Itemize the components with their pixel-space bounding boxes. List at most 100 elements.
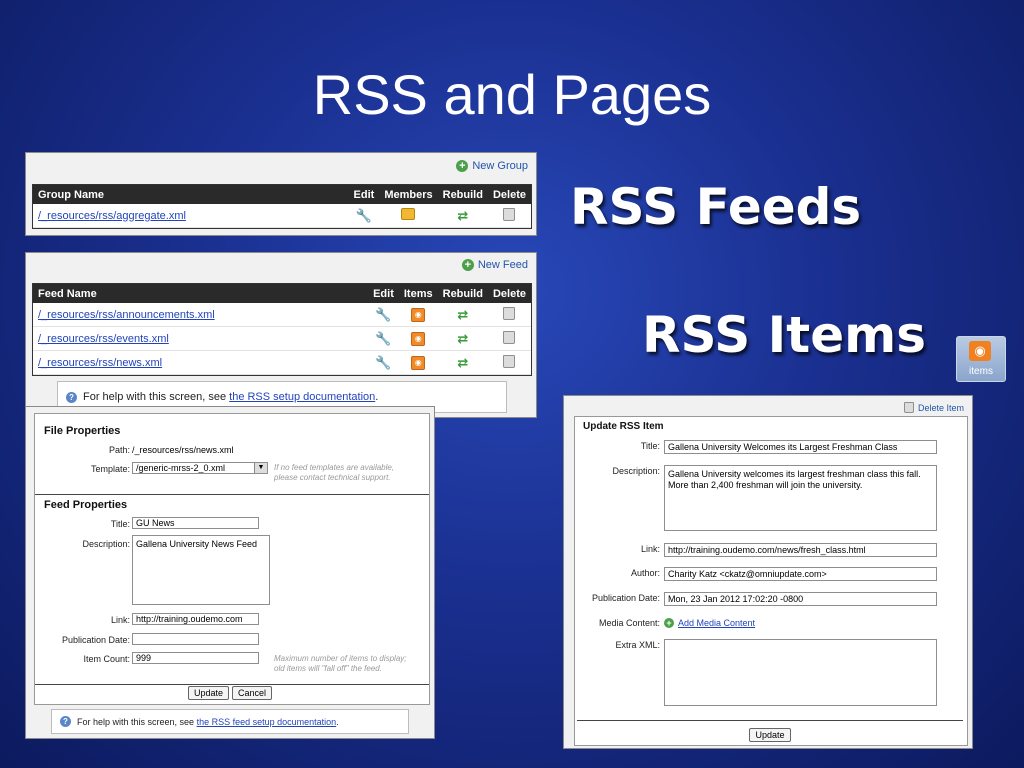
trash-icon — [903, 402, 914, 413]
new-feed-label: New Feed — [477, 259, 528, 271]
author-input[interactable]: Charity Katz <ckatz@omniupdate.com> — [664, 567, 937, 581]
trash-icon[interactable] — [503, 354, 516, 368]
delete-item-label: Delete Item — [917, 402, 964, 413]
path-label: Path: — [108, 445, 130, 455]
add-icon: + — [461, 259, 474, 271]
description-textarea[interactable]: Gallena University News Feed — [132, 535, 270, 605]
item-form-panel: Delete Item Update RSS Item Title: Galle… — [563, 395, 973, 749]
item-update-button[interactable]: Update — [749, 728, 791, 742]
col-group-name: Group Name — [33, 185, 349, 204]
feed-form-panel: File Properties Path: /_resources/rss/ne… — [25, 406, 435, 739]
chevron-down-icon[interactable]: ▼ — [254, 463, 267, 473]
rss-items-icon[interactable]: ◉ — [411, 355, 426, 370]
update-button[interactable]: Update — [188, 686, 229, 700]
table-row: /_resources/rss/news.xml 🔧 ◉ ⇄ — [33, 350, 531, 375]
template-label: Template: — [90, 464, 130, 474]
extra-xml-label: Extra XML: — [615, 640, 660, 650]
title-label: Title: — [110, 519, 130, 529]
item-pubdate-input[interactable]: Mon, 23 Jan 2012 17:02:20 -0800 — [664, 592, 937, 606]
help-text: For help with this screen, see — [77, 716, 195, 727]
delete-item-link[interactable]: Delete Item — [903, 402, 964, 413]
groups-panel: + New Group Group Name Edit Members Rebu… — [25, 152, 537, 236]
col-members: Members — [379, 185, 438, 204]
col-delete: Delete — [487, 185, 531, 204]
col-edit: Edit — [348, 185, 380, 204]
item-title-input[interactable]: Gallena University Welcomes its Largest … — [664, 440, 937, 454]
template-select[interactable]: /generic-mrss-2_0.xml ▼ — [132, 462, 268, 474]
cancel-button[interactable]: Cancel — [232, 686, 272, 700]
add-media-link[interactable]: + Add Media Content — [664, 618, 755, 628]
feed-link[interactable]: /_resources/rss/news.xml — [38, 357, 162, 369]
link-input[interactable]: http://training.oudemo.com — [132, 613, 259, 625]
feed-link[interactable]: /_resources/rss/announcements.xml — [38, 309, 215, 321]
feeds-panel: + New Feed Feed Name Edit Items Rebuild … — [25, 252, 537, 418]
itemcount-input[interactable]: 999 — [132, 652, 259, 664]
help-icon: ? — [66, 391, 77, 403]
template-hint: If no feed templates are available, plea… — [274, 463, 395, 482]
new-feed-link[interactable]: + New Feed — [461, 259, 528, 271]
col-feed-name: Feed Name — [33, 284, 369, 303]
itemcount-hint: Maximum number of items to display; old … — [274, 654, 407, 673]
add-icon: + — [456, 160, 469, 172]
feed-properties-heading: Feed Properties — [44, 499, 128, 511]
rebuild-icon[interactable]: ⇄ — [457, 331, 468, 346]
item-title-label: Title: — [640, 441, 660, 451]
feed-link[interactable]: /_resources/rss/events.xml — [38, 333, 169, 345]
table-row: /_resources/rss/events.xml 🔧 ◉ ⇄ — [33, 326, 531, 351]
table-row: /_resources/rss/aggregate.xml 🔧 ⇄ — [33, 204, 531, 228]
trash-icon[interactable] — [503, 306, 516, 320]
items-button[interactable]: ◉ items — [956, 336, 1006, 382]
help-link[interactable]: the RSS feed setup documentation — [197, 717, 337, 727]
group-link[interactable]: /_resources/rss/aggregate.xml — [38, 210, 186, 222]
rss-items-icon[interactable]: ◉ — [411, 307, 426, 322]
extra-xml-textarea[interactable] — [664, 639, 937, 706]
help-text: For help with this screen, see — [83, 391, 227, 403]
wrench-icon[interactable]: 🔧 — [375, 355, 391, 370]
item-link-input[interactable]: http://training.oudemo.com/news/fresh_cl… — [664, 543, 937, 557]
wrench-icon[interactable]: 🔧 — [375, 307, 391, 322]
item-description-label: Description: — [612, 466, 660, 476]
wrench-icon[interactable]: 🔧 — [375, 331, 391, 346]
help-link[interactable]: the RSS setup documentation — [229, 391, 375, 403]
feeds-table-wrap: Feed Name Edit Items Rebuild Delete /_re… — [32, 283, 532, 376]
form-help-box: ? For help with this screen, see the RSS… — [51, 709, 409, 734]
rss-icon: ◉ — [969, 341, 991, 361]
add-media-label: Add Media Content — [678, 618, 756, 628]
item-pubdate-label: Publication Date: — [591, 593, 660, 603]
rebuild-icon[interactable]: ⇄ — [457, 355, 468, 370]
help-suffix: . — [336, 716, 339, 727]
col-delete: Delete — [487, 284, 531, 303]
file-properties-heading: File Properties — [44, 425, 121, 437]
new-group-label: New Group — [472, 160, 528, 172]
item-description-textarea[interactable]: Gallena University welcomes its largest … — [664, 465, 937, 531]
item-link-label: Link: — [640, 544, 660, 554]
rebuild-icon[interactable]: ⇄ — [457, 307, 468, 322]
path-value: /_resources/rss/news.xml — [132, 445, 234, 455]
feeds-table: Feed Name Edit Items Rebuild Delete /_re… — [33, 284, 531, 375]
groups-table-wrap: Group Name Edit Members Rebuild Delete /… — [32, 184, 532, 229]
template-value: /generic-mrss-2_0.xml — [136, 463, 226, 473]
col-rebuild: Rebuild — [437, 185, 488, 204]
groups-table: Group Name Edit Members Rebuild Delete /… — [33, 185, 531, 228]
trash-icon[interactable] — [503, 330, 516, 344]
col-rebuild: Rebuild — [437, 284, 488, 303]
trash-icon[interactable] — [503, 207, 516, 221]
title-input[interactable]: GU News — [132, 517, 259, 529]
new-group-link[interactable]: + New Group — [456, 160, 528, 172]
link-label: Link: — [110, 615, 130, 625]
members-icon[interactable] — [401, 208, 416, 220]
rebuild-icon[interactable]: ⇄ — [457, 208, 468, 223]
rss-items-label: RSS Items — [642, 306, 926, 364]
pubdate-input[interactable] — [132, 633, 259, 645]
table-row: /_resources/rss/announcements.xml 🔧 ◉ ⇄ — [33, 303, 531, 327]
help-icon: ? — [60, 716, 71, 727]
rss-feeds-label: RSS Feeds — [570, 178, 862, 236]
rss-items-icon[interactable]: ◉ — [411, 331, 426, 346]
col-items: Items — [398, 284, 438, 303]
items-button-label: items — [969, 366, 993, 377]
col-edit: Edit — [368, 284, 399, 303]
slide-title: RSS and Pages — [312, 63, 712, 126]
item-form: Update RSS Item Title: Gallena Universit… — [574, 416, 968, 746]
wrench-icon[interactable]: 🔧 — [356, 208, 372, 223]
update-item-heading: Update RSS Item — [583, 421, 664, 432]
